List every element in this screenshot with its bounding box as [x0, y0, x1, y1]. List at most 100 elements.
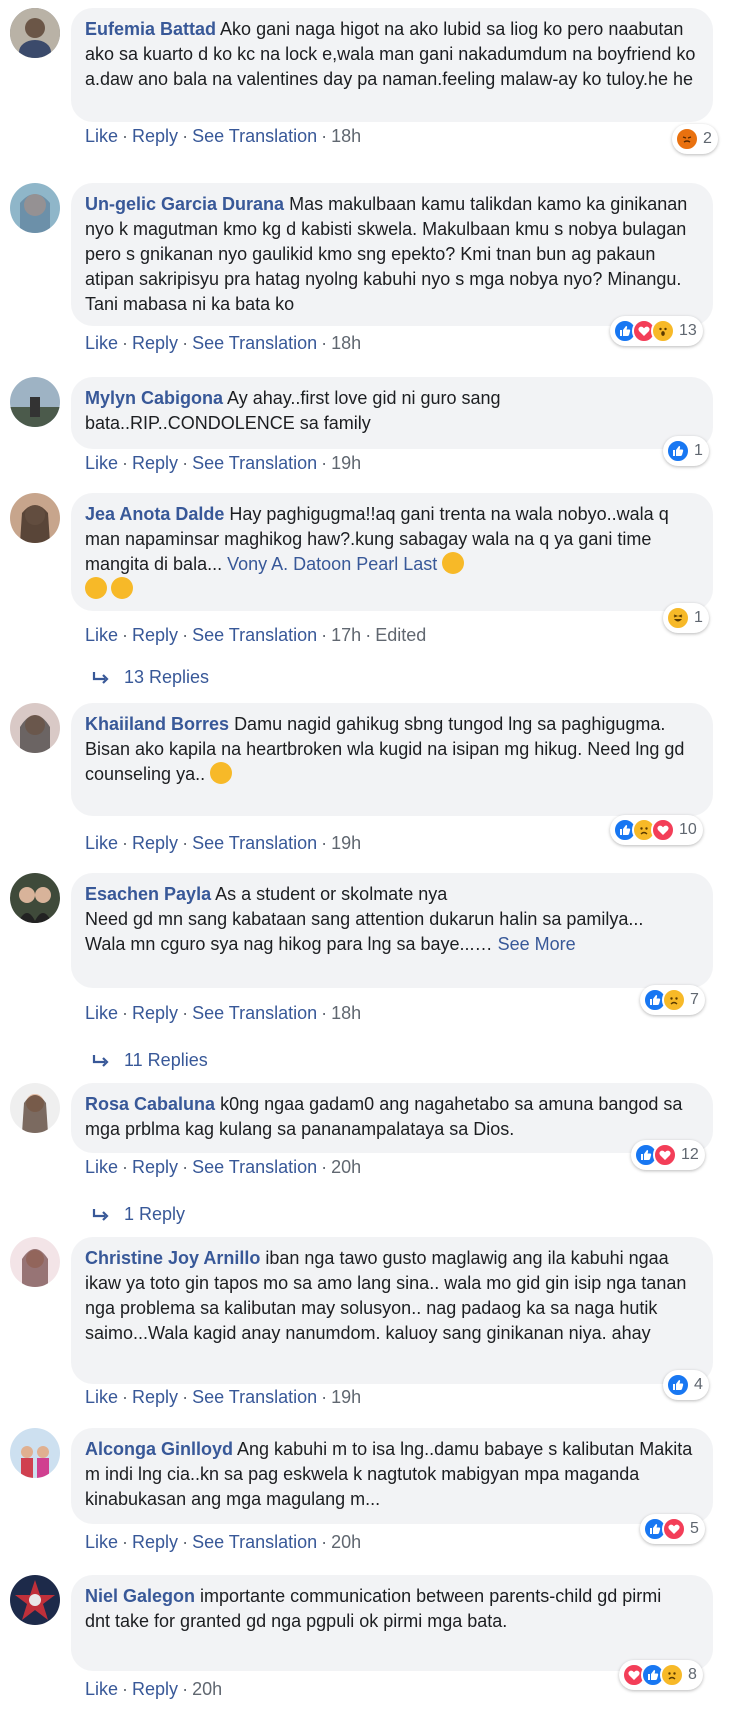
comment-time[interactable]: 18h — [331, 333, 361, 353]
like-link[interactable]: Like — [85, 625, 118, 645]
comment-actions: Like · Reply · See Translation · 19h — [85, 833, 362, 853]
comment-bubble: Rosa Cabaluna k0ng ngaa gadam0 ang nagah… — [71, 1083, 713, 1153]
comment-time[interactable]: 17h — [331, 625, 361, 645]
avatar[interactable] — [10, 8, 60, 58]
reply-link[interactable]: Reply — [132, 1679, 178, 1699]
reply-link[interactable]: Reply — [132, 453, 178, 473]
comment-time[interactable]: 20h — [331, 1532, 361, 1552]
reaction-summary[interactable]: 4 — [663, 1370, 709, 1400]
reply-link[interactable]: Reply — [132, 126, 178, 146]
see-translation-link[interactable]: See Translation — [192, 453, 317, 473]
avatar[interactable] — [10, 1237, 60, 1287]
like-link[interactable]: Like — [85, 453, 118, 473]
see-translation-link[interactable]: See Translation — [192, 1532, 317, 1552]
comment-time[interactable]: 20h — [331, 1157, 361, 1177]
comment-text: Wala mn cguro sya nag hikog para lng sa … — [85, 934, 493, 954]
reaction-count: 12 — [681, 1146, 699, 1163]
grinning-emoji-icon — [111, 577, 133, 599]
comment-time[interactable]: 19h — [331, 833, 361, 853]
like-link[interactable]: Like — [85, 1387, 118, 1407]
comment-bubble: Christine Joy Arnillo iban nga tawo gust… — [71, 1237, 713, 1384]
reaction-summary[interactable]: 7 — [640, 985, 705, 1015]
comment-time[interactable]: 19h — [331, 1387, 361, 1407]
comment-actions: Like · Reply · See Translation · 18h — [85, 1003, 362, 1023]
view-replies-link[interactable]: 1 Reply — [92, 1204, 185, 1225]
like-link[interactable]: Like — [85, 1532, 118, 1552]
reaction-count: 1 — [694, 442, 703, 459]
reaction-summary[interactable]: 1 — [663, 603, 709, 633]
reaction-count: 8 — [688, 1666, 697, 1683]
reaction-summary[interactable]: 8 — [619, 1660, 703, 1690]
commenter-name[interactable]: Mylyn Cabigona — [85, 388, 223, 408]
commenter-name[interactable]: Eufemia Battad — [85, 19, 216, 39]
love-reaction-icon — [653, 1143, 677, 1167]
comment-actions: Like · Reply · See Translation · 20h — [85, 1532, 362, 1552]
reply-arrow-icon — [92, 1209, 109, 1222]
reply-link[interactable]: Reply — [132, 833, 178, 853]
commenter-name[interactable]: Christine Joy Arnillo — [85, 1248, 260, 1268]
reaction-summary[interactable]: 12 — [631, 1140, 705, 1170]
see-more-link[interactable]: See More — [498, 934, 576, 954]
grinning-emoji-icon — [85, 577, 107, 599]
avatar[interactable] — [10, 493, 60, 543]
reaction-summary[interactable]: 5 — [640, 1514, 705, 1544]
reaction-summary[interactable]: 2 — [672, 124, 718, 154]
reaction-summary[interactable]: 10 — [610, 815, 703, 845]
view-replies-link[interactable]: 11 Replies — [92, 1050, 208, 1071]
edited-label: Edited — [375, 625, 427, 645]
comment-actions: Like · Reply · See Translation · 19h — [85, 453, 362, 473]
comment-time[interactable]: 18h — [331, 126, 361, 146]
comment-actions: Like · Reply · See Translation · 19h — [85, 1387, 362, 1407]
comment-time[interactable]: 19h — [331, 453, 361, 473]
see-translation-link[interactable]: See Translation — [192, 833, 317, 853]
see-translation-link[interactable]: See Translation — [192, 1387, 317, 1407]
reaction-summary[interactable]: 13 — [610, 316, 703, 346]
avatar[interactable] — [10, 1428, 60, 1478]
commenter-name[interactable]: Alconga Ginlloyd — [85, 1439, 233, 1459]
like-link[interactable]: Like — [85, 126, 118, 146]
view-replies-link[interactable]: 13 Replies — [92, 667, 209, 688]
reply-arrow-icon — [92, 672, 109, 685]
sad-reaction-icon — [662, 988, 686, 1012]
see-translation-link[interactable]: See Translation — [192, 333, 317, 353]
reaction-summary[interactable]: 1 — [663, 436, 709, 466]
commenter-name[interactable]: Esachen Payla — [85, 884, 211, 904]
avatar[interactable] — [10, 1083, 60, 1133]
see-translation-link[interactable]: See Translation — [192, 625, 317, 645]
reply-link[interactable]: Reply — [132, 1387, 178, 1407]
see-translation-link[interactable]: See Translation — [192, 1157, 317, 1177]
like-link[interactable]: Like — [85, 833, 118, 853]
like-link[interactable]: Like — [85, 1679, 118, 1699]
comment-bubble: Khaiiland Borres Damu nagid gahikug sbng… — [71, 703, 713, 816]
comment-time[interactable]: 18h — [331, 1003, 361, 1023]
like-link[interactable]: Like — [85, 1003, 118, 1023]
commenter-name[interactable]: Niel Galegon — [85, 1586, 195, 1606]
reply-link[interactable]: Reply — [132, 1157, 178, 1177]
commenter-name[interactable]: Rosa Cabaluna — [85, 1094, 215, 1114]
see-translation-link[interactable]: See Translation — [192, 1003, 317, 1023]
comment-bubble: Niel Galegon importante communication be… — [71, 1575, 713, 1671]
comment-bubble: Jea Anota Dalde Hay paghigugma!!aq gani … — [71, 493, 713, 611]
comment-time[interactable]: 20h — [192, 1679, 222, 1699]
wow-reaction-icon — [651, 319, 675, 343]
reply-arrow-icon — [92, 1055, 109, 1068]
comment-text: importante communication between parents… — [200, 1586, 662, 1606]
avatar[interactable] — [10, 1575, 60, 1625]
avatar[interactable] — [10, 183, 60, 233]
avatar[interactable] — [10, 703, 60, 753]
commenter-name[interactable]: Khaiiland Borres — [85, 714, 229, 734]
commenter-name[interactable]: Jea Anota Dalde — [85, 504, 224, 524]
comment-actions: Like · Reply · See Translation · 18h — [85, 126, 362, 146]
avatar[interactable] — [10, 873, 60, 923]
like-link[interactable]: Like — [85, 333, 118, 353]
reply-link[interactable]: Reply — [132, 1003, 178, 1023]
reply-link[interactable]: Reply — [132, 625, 178, 645]
commenter-name[interactable]: Un-gelic Garcia Durana — [85, 194, 284, 214]
see-translation-link[interactable]: See Translation — [192, 126, 317, 146]
avatar[interactable] — [10, 377, 60, 427]
tagged-users[interactable]: Vony A. Datoon Pearl Last — [227, 554, 437, 574]
reply-link[interactable]: Reply — [132, 333, 178, 353]
reply-link[interactable]: Reply — [132, 1532, 178, 1552]
like-link[interactable]: Like — [85, 1157, 118, 1177]
love-reaction-icon — [651, 818, 675, 842]
